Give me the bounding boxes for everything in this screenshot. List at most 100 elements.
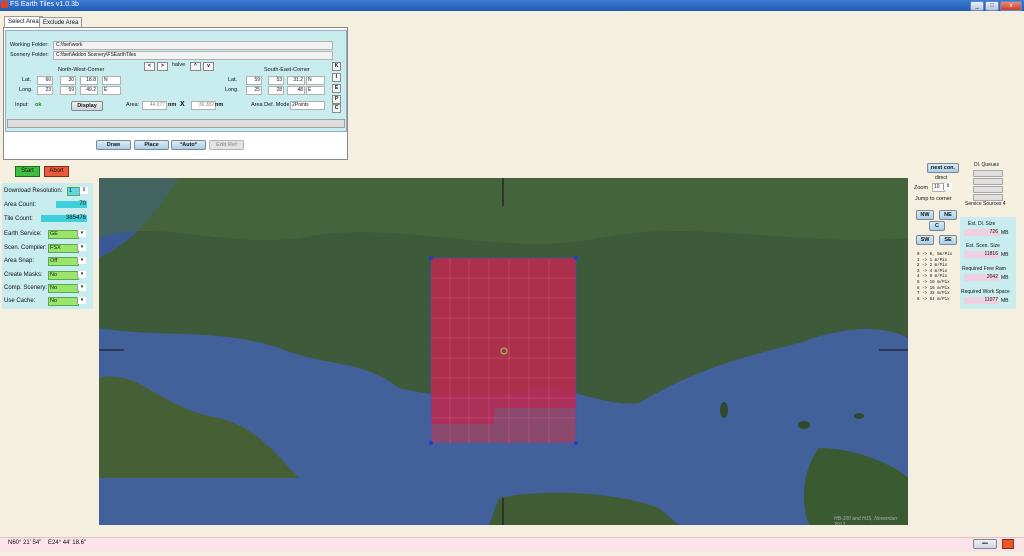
dl-queues-label: Dl. Queues <box>974 162 1000 168</box>
status-indicator-icon[interactable] <box>1002 539 1014 549</box>
area-unit-1: nm <box>168 102 177 108</box>
chevron-down-icon[interactable]: ▾ <box>77 297 86 304</box>
input-label: Input: <box>15 102 29 108</box>
jump-nw-button[interactable]: NW <box>916 210 934 220</box>
chevron-down-icon[interactable]: ▾ <box>77 230 86 237</box>
start-button[interactable]: Start <box>15 166 40 177</box>
status-menu-button[interactable]: ••• <box>973 539 997 549</box>
chevron-down-icon[interactable]: ▾ <box>77 257 86 264</box>
area-def-mode-select[interactable]: 2Points <box>290 101 325 110</box>
queue-bar <box>973 186 1003 193</box>
se-lat-sec[interactable]: 31.2 <box>287 76 305 85</box>
scen-compiler-select[interactable]: FSX <box>48 244 79 253</box>
input-status: ok <box>35 102 42 108</box>
direct-label: direct <box>935 175 948 181</box>
e-button[interactable]: E <box>332 84 341 93</box>
jump-se-button[interactable]: SE <box>939 235 957 245</box>
working-folder-field[interactable]: C:\fset\work <box>53 41 333 50</box>
se-long-min[interactable]: 28 <box>268 86 284 95</box>
jump-sw-button[interactable]: SW <box>916 235 934 245</box>
halve-label: halve <box>172 62 186 68</box>
area-count-value: 70 <box>56 201 87 208</box>
nw-lat-dir-select[interactable]: N <box>102 76 121 85</box>
legend-line: 2 -> 2 m/Pix <box>917 264 948 269</box>
se-lat-deg[interactable]: 59 <box>246 76 262 85</box>
auto-button[interactable]: *Auto* <box>171 140 206 150</box>
tile-count-label: Tile Count: <box>4 216 33 222</box>
legend-line: 8 -> 64 m/Pix <box>917 297 950 302</box>
se-long-deg[interactable]: 25 <box>246 86 262 95</box>
map-watermark: HB-100 and HJS, November 2012 <box>834 516 898 525</box>
required-work-space-value: 11077 <box>964 297 999 304</box>
create-masks-select[interactable]: No <box>48 271 79 280</box>
chevron-down-icon[interactable]: ▾ <box>77 284 86 291</box>
comp-scenery-label: Comp. Scenery: <box>4 285 48 291</box>
draw-button[interactable]: Draw <box>96 140 131 150</box>
se-lat-dir-select[interactable]: N <box>306 76 325 85</box>
est-dl-size-value: 726 <box>964 229 999 236</box>
se-long-dir-select[interactable]: E <box>306 86 325 95</box>
scen-compiler-label: Scen. Compiler: <box>4 245 47 251</box>
resolution-spinner[interactable]: ⇕ <box>79 187 88 194</box>
comp-scenery-select[interactable]: No <box>48 284 79 293</box>
map-view[interactable]: HB-100 and HJS, November 2012 <box>99 178 908 525</box>
close-button[interactable]: x <box>1000 1 1022 11</box>
earth-service-select[interactable]: GE <box>48 230 79 239</box>
nw-lat-min[interactable]: 30 <box>60 76 76 85</box>
satellite-map[interactable] <box>99 178 908 525</box>
nav-right-button[interactable]: > <box>157 62 168 71</box>
nw-long-deg[interactable]: 23 <box>37 86 53 95</box>
legend-line: 0 -> 0, 5m/Pix <box>917 253 953 257</box>
edit-ref-button[interactable]: Edit Ref <box>209 140 244 150</box>
abort-button[interactable]: Abort <box>44 166 69 177</box>
queue-bar <box>973 194 1003 201</box>
nw-lat-label: Lat. <box>22 77 32 83</box>
i-button[interactable]: I <box>332 73 341 82</box>
est-scen-size-value: 11816 <box>964 251 999 258</box>
c-button[interactable]: C <box>332 104 341 113</box>
status-bar <box>0 537 1024 552</box>
resolution-legend: 0 -> 0, 5m/Pix 1 -> 1 m/Pix 2 -> 2 m/Pix… <box>917 253 952 303</box>
nw-lat-deg[interactable]: 60 <box>37 76 53 85</box>
nw-long-min[interactable]: 59 <box>60 86 76 95</box>
nw-lat-sec[interactable]: 18.8 <box>80 76 98 85</box>
chevron-down-icon[interactable]: ▾ <box>77 244 86 251</box>
nw-long-dir-select[interactable]: E <box>102 86 121 95</box>
place-button[interactable]: Place <box>134 140 169 150</box>
working-folder-label: Working Folder: <box>10 42 49 48</box>
jump-ne-button[interactable]: NE <box>939 210 957 220</box>
status-longitude: E24° 44' 18.6" <box>48 540 87 546</box>
use-cache-select[interactable]: No <box>48 297 79 306</box>
p-button[interactable]: P <box>332 95 341 104</box>
unit-label: MB <box>1001 230 1009 236</box>
next-con-button[interactable]: next con. <box>927 163 959 173</box>
nav-down-button[interactable]: v <box>203 62 214 71</box>
nav-up-button[interactable]: ^ <box>190 62 201 71</box>
area-snap-select[interactable]: Off <box>48 257 79 266</box>
display-button[interactable]: Display <box>71 101 103 111</box>
minimize-button[interactable]: _ <box>970 1 984 11</box>
unit-label: MB <box>1001 275 1009 281</box>
unit-label: MB <box>1001 252 1009 258</box>
queue-bar <box>973 170 1003 177</box>
area-width-field[interactable]: 44.077 <box>142 101 167 110</box>
est-scen-size-label: Est. Scen. Size <box>966 243 1000 249</box>
se-lat-min[interactable]: 53 <box>268 76 284 85</box>
chevron-down-icon[interactable]: ▾ <box>77 271 86 278</box>
create-masks-label: Create Masks: <box>4 272 43 278</box>
scenery-folder-field[interactable]: C:\fset\Addon Scenery\FSEarthTiles <box>53 51 333 60</box>
se-long-label: Long. <box>225 87 239 93</box>
k-button[interactable]: K <box>332 62 341 71</box>
nav-left-button[interactable]: < <box>144 62 155 71</box>
zoom-spinner-icon[interactable]: ⇕ <box>943 183 952 190</box>
service-sources-label: Service Sources 4 <box>965 201 1006 207</box>
legend-line: 5 -> 16 m/Pix <box>917 280 950 285</box>
queue-bar <box>973 178 1003 185</box>
area-height-field[interactable]: 36.382 <box>191 101 216 110</box>
est-dl-size-label: Est. Dl. Size <box>968 221 996 227</box>
maximize-button[interactable]: □ <box>985 1 999 11</box>
se-long-sec[interactable]: 48 <box>287 86 305 95</box>
use-cache-label: Use Cache: <box>4 298 36 304</box>
jump-center-button[interactable]: C <box>929 221 945 231</box>
nw-long-sec[interactable]: 49.2 <box>80 86 98 95</box>
